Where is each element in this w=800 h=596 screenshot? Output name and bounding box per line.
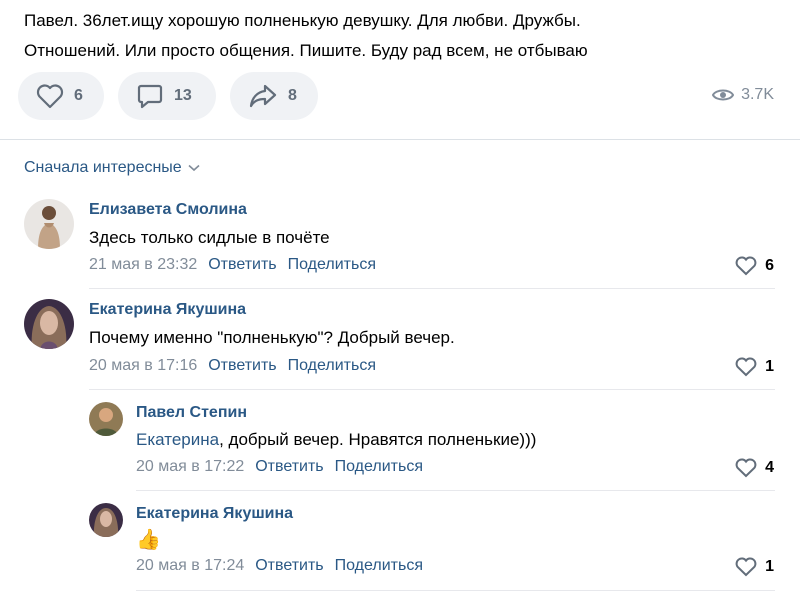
share-comment-button[interactable]: Поделиться: [288, 256, 376, 274]
comment-date[interactable]: 20 мая в 17:24: [136, 557, 244, 575]
mention-link[interactable]: Екатерина: [136, 430, 219, 449]
comment-like-count: 4: [765, 459, 774, 476]
share-comment-button[interactable]: Поделиться: [288, 357, 376, 375]
reply-button[interactable]: Ответить: [255, 458, 323, 476]
comment-meta: 21 мая в 23:32 Ответить Поделиться: [89, 256, 376, 274]
comment-divider: [136, 490, 775, 491]
comment-like-button[interactable]: 4: [735, 458, 774, 478]
heart-icon: [735, 557, 757, 577]
comment-divider: [89, 288, 775, 289]
share-comment-button[interactable]: Поделиться: [335, 557, 423, 575]
heart-icon: [735, 256, 757, 276]
heart-icon: [735, 458, 757, 478]
comment-text: Почему именно "полненькую"? Добрый вечер…: [89, 328, 455, 347]
avatar[interactable]: [24, 199, 74, 249]
comment-count: 13: [174, 87, 192, 104]
sort-label: Сначала интересные: [24, 159, 182, 176]
comment-text-body: , добрый вечер. Нравятся полненькие))): [219, 430, 537, 449]
heart-icon: [36, 84, 64, 109]
avatar[interactable]: [89, 402, 123, 436]
comment-divider: [136, 590, 775, 591]
comment-meta: 20 мая в 17:16 Ответить Поделиться: [89, 357, 376, 375]
chevron-down-icon: [188, 164, 200, 172]
share-count: 8: [288, 87, 297, 104]
comment-meta: 20 мая в 17:22 Ответить Поделиться: [136, 458, 423, 476]
comment-author[interactable]: Павел Степин: [136, 404, 247, 422]
share-button[interactable]: 8: [230, 72, 318, 120]
comment-like-count: 1: [765, 558, 774, 575]
post-text: Павел. 36лет.ищу хорошую полненькую деву…: [24, 6, 784, 66]
comment-icon: [137, 84, 163, 109]
comment-text: Екатерина, добрый вечер. Нравятся полнен…: [136, 430, 536, 450]
avatar[interactable]: [89, 503, 123, 537]
share-icon: [249, 84, 277, 108]
comment-text: Здесь только сидлые в почёте: [89, 228, 330, 247]
comment-author[interactable]: Екатерина Якушина: [89, 301, 246, 319]
thumbs-up-icon: 👍: [136, 529, 161, 551]
comment-meta: 20 мая в 17:24 Ответить Поделиться: [136, 557, 423, 575]
divider: [0, 139, 800, 140]
comment-text: 👍: [136, 527, 161, 552]
post-actions: 6 13 8: [18, 72, 318, 120]
reply-button[interactable]: Ответить: [208, 357, 276, 375]
comment-like-button[interactable]: 1: [735, 557, 774, 577]
like-button[interactable]: 6: [18, 72, 104, 120]
comment-author[interactable]: Елизавета Смолина: [89, 201, 247, 219]
comment-like-count: 1: [765, 358, 774, 375]
comment-button[interactable]: 13: [118, 72, 216, 120]
heart-icon: [735, 357, 757, 377]
comment-date[interactable]: 21 мая в 23:32: [89, 256, 197, 274]
reply-button[interactable]: Ответить: [208, 256, 276, 274]
sort-dropdown[interactable]: Сначала интересные: [24, 159, 200, 177]
views-count: 3.7K: [741, 86, 774, 103]
like-count: 6: [74, 87, 83, 104]
comment-like-button[interactable]: 1: [735, 357, 774, 377]
comment-date[interactable]: 20 мая в 17:22: [136, 458, 244, 476]
avatar[interactable]: [24, 299, 74, 349]
share-comment-button[interactable]: Поделиться: [335, 458, 423, 476]
comment-like-count: 6: [765, 257, 774, 274]
post-text-line-1: Павел. 36лет.ищу хорошую полненькую деву…: [24, 11, 581, 30]
views-counter: 3.7K: [712, 86, 774, 104]
post-text-line-2: Отношений. Или просто общения. Пишите. Б…: [24, 41, 588, 60]
comment-date[interactable]: 20 мая в 17:16: [89, 357, 197, 375]
eye-icon: [712, 89, 735, 101]
comment-author[interactable]: Екатерина Якушина: [136, 505, 293, 523]
comment-like-button[interactable]: 6: [735, 256, 774, 276]
reply-button[interactable]: Ответить: [255, 557, 323, 575]
comment-divider: [89, 389, 775, 390]
